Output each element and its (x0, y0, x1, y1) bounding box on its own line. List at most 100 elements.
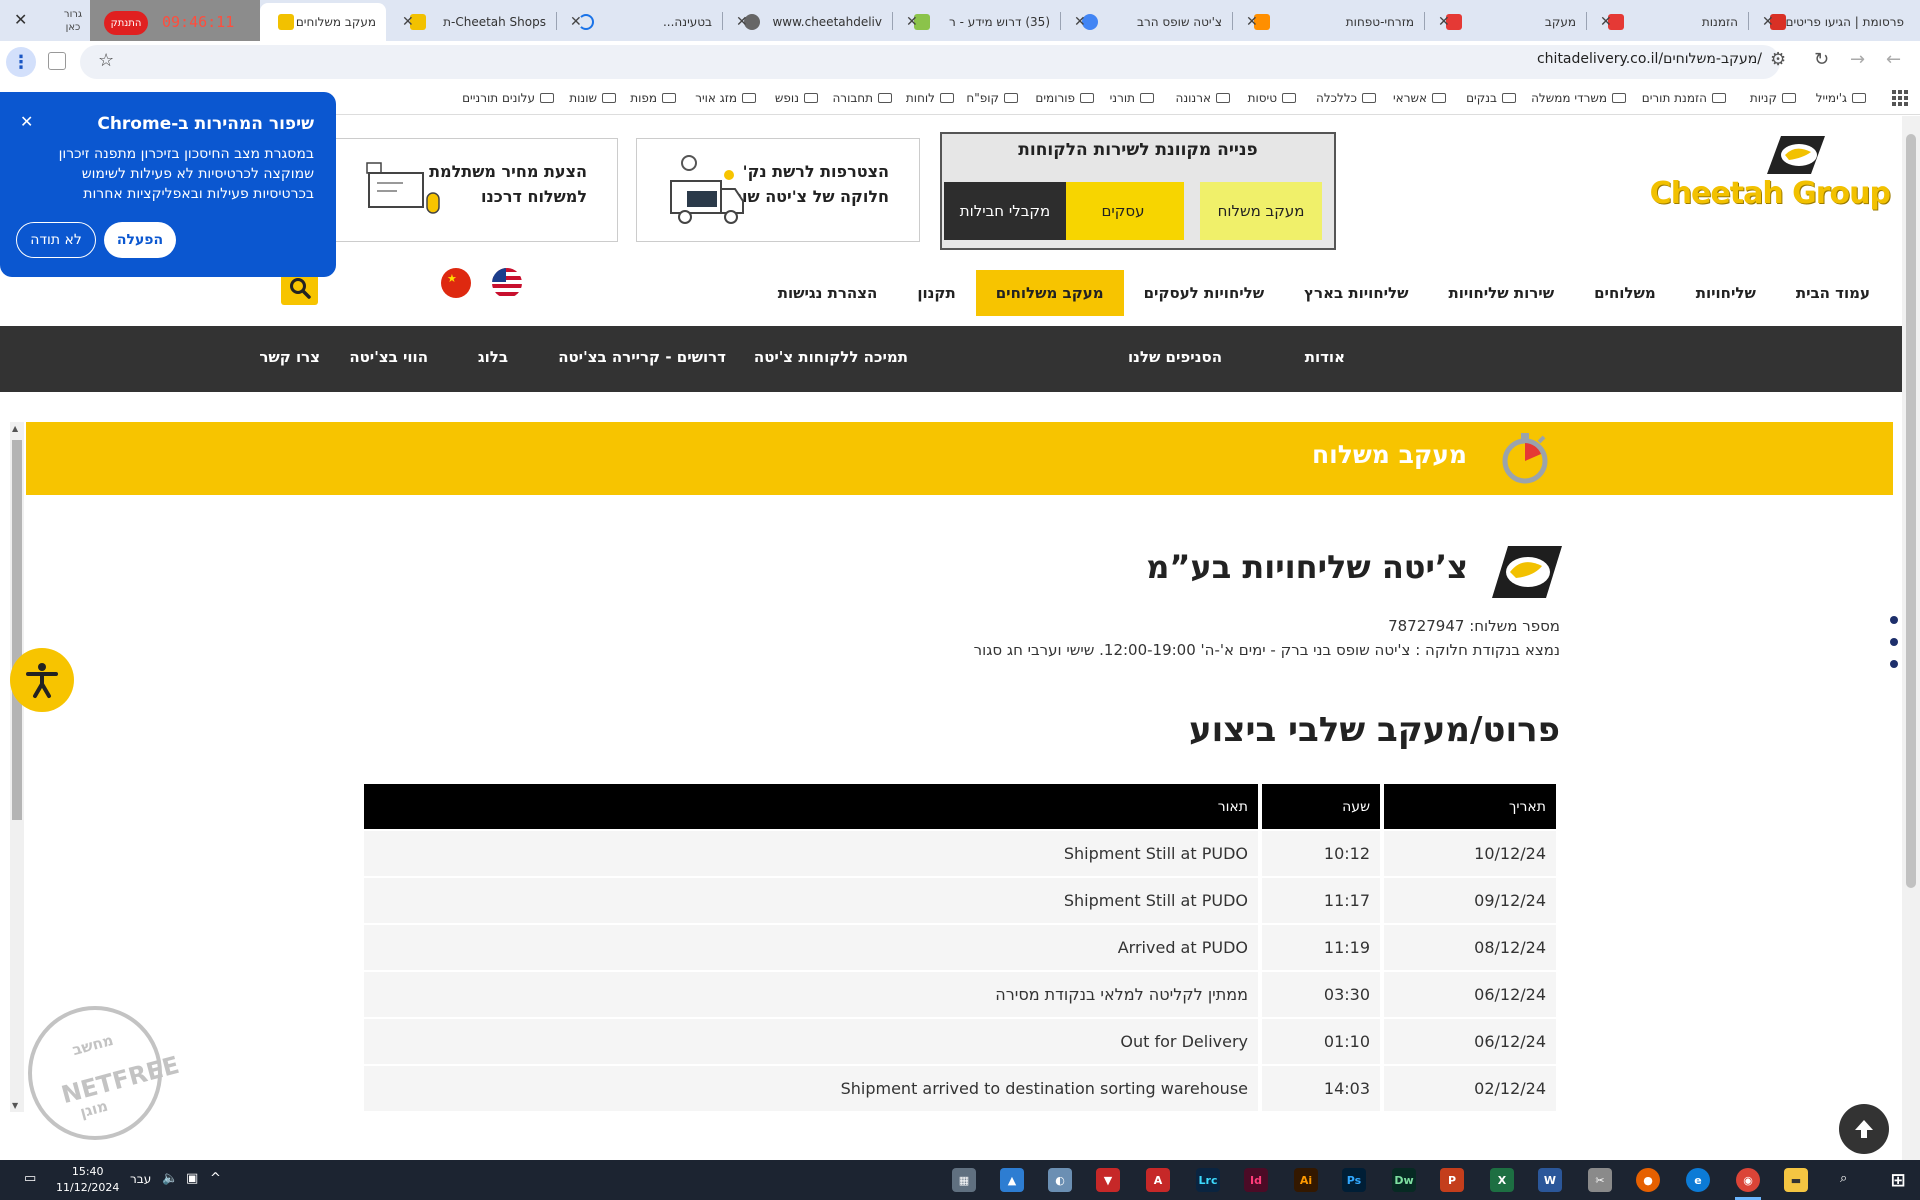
tab-cheetahdelivery[interactable]: ✕ www.cheetahdeliv (726, 6, 892, 38)
price-quote-promo[interactable]: הצעת מחיר משתלמת למשלוח דרכנו (332, 138, 618, 242)
secondary-nav-item[interactable]: בלוג (478, 348, 508, 366)
calculator-icon[interactable]: ▦ (952, 1168, 976, 1192)
decline-button[interactable]: לא תודה (16, 222, 96, 258)
tab-forum[interactable]: ✕ (35) דרוש מידע - ר (896, 6, 1060, 38)
chrome-menu-icon[interactable]: ⋮ (6, 47, 36, 77)
volume-muted-icon[interactable]: 🔈 (162, 1171, 178, 1186)
bookmark-folder[interactable]: ארנונה (1175, 91, 1230, 105)
tab-loading[interactable]: ✕ בטעינה... (560, 6, 722, 38)
page-scrollbar-thumb[interactable] (1906, 134, 1916, 888)
bookmark-folder[interactable]: טיסות (1248, 91, 1296, 105)
indesign-icon[interactable]: Id (1244, 1168, 1268, 1192)
main-nav-item[interactable]: מעקב משלוחים (975, 270, 1124, 316)
extension-icon[interactable] (48, 52, 66, 70)
secondary-nav-item[interactable]: אודות (1305, 348, 1345, 366)
tab-close-icon[interactable]: ✕ (402, 14, 414, 30)
secondary-nav-item[interactable]: הסניפים שלנו (1128, 348, 1222, 366)
apps-grid-icon[interactable] (1892, 90, 1908, 106)
tab-tracking[interactable]: ✕ מעקב (1428, 6, 1586, 38)
main-nav-item[interactable]: שליחויות (1676, 270, 1776, 316)
main-nav-item[interactable]: שליחויות לעסקים (1124, 270, 1285, 316)
inner-scrollbar-thumb[interactable] (12, 440, 22, 820)
bookmark-folder[interactable]: קופ"ח (966, 91, 1018, 105)
bookmark-folder[interactable]: תורני (1110, 91, 1154, 105)
inner-scrollbar[interactable]: ▲ ▼ (10, 422, 24, 1112)
forward-icon[interactable]: → (1850, 49, 1865, 70)
bookmark-folder[interactable]: כללכלה (1316, 91, 1376, 105)
paint-icon[interactable]: ◐ (1048, 1168, 1072, 1192)
tab-close-icon[interactable]: ✕ (1762, 14, 1774, 30)
bookmark-folder[interactable]: נופש (775, 91, 818, 105)
business-button[interactable]: עסקים (1062, 182, 1184, 240)
tab-active-tracking[interactable]: מעקב משלוחים - (260, 3, 386, 41)
lightroom-classic-icon[interactable]: Lrc (1196, 1168, 1220, 1192)
tab-orders[interactable]: ✕ הזמנות (1590, 6, 1748, 38)
main-nav-item[interactable]: הצהרת נגישות (758, 270, 898, 316)
join-network-promo[interactable]: הצטרפות לרשת נק' חלוקה של צ'יטה שופס (636, 138, 920, 242)
tab-close-icon[interactable]: ✕ (1438, 14, 1450, 30)
bookmark-folder[interactable]: קניות (1750, 91, 1796, 105)
tray-expand-icon[interactable]: ^ (210, 1171, 221, 1186)
word-icon[interactable]: W (1538, 1168, 1562, 1192)
recorder-drag-handle[interactable]: גרור כאן (58, 8, 88, 34)
accessibility-button[interactable] (10, 648, 74, 712)
bookmark-folder[interactable]: מזג אויר (695, 91, 756, 105)
scroll-down-arrow-icon[interactable]: ▼ (12, 1101, 18, 1110)
secondary-nav-item[interactable]: צרו קשר (259, 348, 320, 366)
photos-icon[interactable]: ▲ (1000, 1168, 1024, 1192)
bookmark-folder[interactable]: לוחות (906, 91, 954, 105)
close-icon[interactable]: ✕ (20, 112, 33, 131)
tab-close-icon[interactable]: ✕ (1074, 14, 1086, 30)
powerpoint-icon[interactable]: P (1440, 1168, 1464, 1192)
chrome-icon[interactable]: ◉ (1736, 1168, 1760, 1192)
main-nav-item[interactable]: תקנון (897, 270, 975, 316)
reload-icon[interactable]: ↻ (1814, 49, 1829, 70)
bookmark-folder[interactable]: הזמנת תורים (1642, 91, 1726, 105)
snipping-icon[interactable]: ✂ (1588, 1168, 1612, 1192)
side-menu-dots-icon[interactable] (1890, 616, 1898, 682)
scroll-to-top-button[interactable] (1839, 1104, 1889, 1154)
acrobat-icon[interactable]: A (1146, 1168, 1170, 1192)
bookmark-folder[interactable]: פורומים (1035, 91, 1094, 105)
tab-close-icon[interactable]: ✕ (906, 14, 918, 30)
bookmark-folder[interactable]: תחבורה (832, 91, 892, 105)
url-text[interactable]: chitadelivery.co.il/מעקב-משלוחים/ (1537, 51, 1762, 67)
bookmark-folder[interactable]: שונות (569, 91, 616, 105)
bookmark-folder[interactable]: משרדי ממשלה (1531, 91, 1626, 105)
bookmark-folder[interactable]: בנקים (1466, 91, 1516, 105)
main-nav-item[interactable]: עמוד הבית (1776, 270, 1890, 316)
track-shipment-button[interactable]: מעקב משלוח (1200, 182, 1322, 240)
language-indicator[interactable]: עבר (130, 1172, 151, 1186)
tab-google-search[interactable]: ✕ צ'יטה שופס הרב (1064, 6, 1232, 38)
secondary-nav-item[interactable]: דרושים - קריירה בצ'יטה (558, 348, 726, 366)
english-flag-icon[interactable] (492, 268, 522, 298)
network-icon[interactable]: ▣ (186, 1171, 198, 1186)
tab-cheetah-shops[interactable]: ✕ Cheetah Shops-ת (392, 6, 556, 38)
secondary-nav-item[interactable]: תמיכה ללקוחות צ'יטה (754, 348, 908, 366)
tab-gmail[interactable]: ✕ פרסומת | הגיעו פריטים (1752, 6, 1914, 38)
tab-close-icon[interactable]: ✕ (1600, 14, 1612, 30)
illustrator-icon[interactable]: Ai (1294, 1168, 1318, 1192)
file-explorer-icon[interactable]: ▬ (1784, 1168, 1808, 1192)
notification-icon[interactable]: ▭ (24, 1171, 36, 1186)
omnibox[interactable] (80, 45, 1780, 79)
search-icon[interactable]: ⌕ (1840, 1171, 1847, 1186)
tab-close-icon[interactable]: ✕ (570, 14, 582, 30)
site-logo-text[interactable]: Cheetah Group (1650, 176, 1891, 211)
package-recipients-button[interactable]: מקבלי חבילות (944, 182, 1066, 240)
main-nav-item[interactable]: משלוחים (1574, 270, 1676, 316)
enable-button[interactable]: הפעלה (104, 222, 176, 258)
bookmark-folder[interactable]: אשראי (1393, 91, 1446, 105)
bookmark-star-icon[interactable]: ☆ (98, 50, 114, 71)
bookmark-folder[interactable]: עלונים תורניים (462, 91, 554, 105)
tab-close-icon[interactable]: ✕ (736, 14, 748, 30)
downloader-icon[interactable]: ▼ (1096, 1168, 1120, 1192)
taskbar-clock[interactable]: 15:40 11/12/2024 (56, 1164, 119, 1196)
site-settings-icon[interactable]: ⚙ (1770, 49, 1786, 70)
excel-icon[interactable]: X (1490, 1168, 1514, 1192)
tab-bank[interactable]: ✕ מזרחי-טפחות (1236, 6, 1424, 38)
firefox-icon[interactable]: ● (1636, 1168, 1660, 1192)
windows-start-icon[interactable]: ⊞ (1886, 1168, 1910, 1192)
page-scrollbar[interactable] (1902, 116, 1920, 1160)
bookmark-folder[interactable]: ג'ימייל (1816, 91, 1866, 105)
